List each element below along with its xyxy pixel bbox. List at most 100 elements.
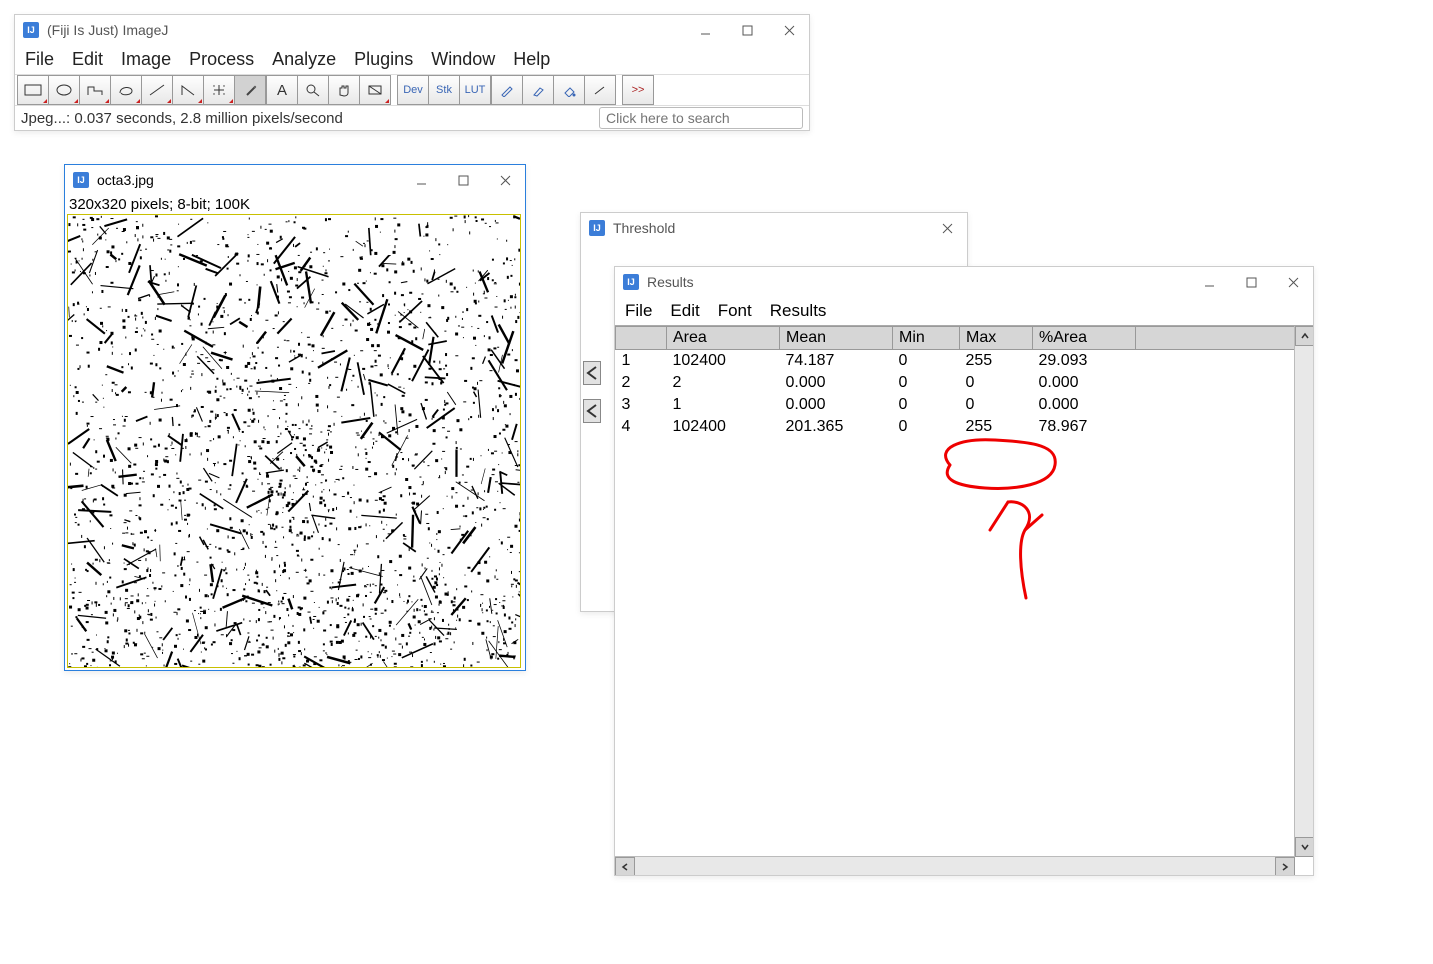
- cell-pctarea: 78.967: [1033, 416, 1136, 438]
- scroll-down-arrow[interactable]: [1295, 837, 1313, 857]
- pencil-tool[interactable]: [491, 75, 522, 105]
- close-button[interactable]: [777, 18, 801, 42]
- vertical-scrollbar[interactable]: [1294, 326, 1313, 857]
- close-button[interactable]: [493, 168, 517, 192]
- app-icon: IJ: [73, 172, 89, 188]
- cell-pctarea: 0.000: [1033, 372, 1136, 394]
- col-mean[interactable]: Mean: [780, 327, 893, 350]
- image-window: IJ octa3.jpg 320x320 pixels; 8-bit; 100K…: [64, 164, 526, 671]
- image-titlebar[interactable]: IJ octa3.jpg: [65, 165, 525, 195]
- cell-n: 4: [616, 416, 667, 438]
- horizontal-scrollbar[interactable]: [615, 856, 1295, 875]
- flood-fill-tool[interactable]: [553, 75, 584, 105]
- slider-left-arrow[interactable]: [583, 399, 601, 423]
- main-title: (Fiji Is Just) ImageJ: [47, 22, 685, 38]
- results-table-wrap: Area Mean Min Max %Area 110240074.187025…: [615, 325, 1313, 875]
- col-min[interactable]: Min: [893, 327, 960, 350]
- menu-edit[interactable]: Edit: [670, 301, 699, 321]
- main-statusbar: Jpeg...: 0.037 seconds, 2.8 million pixe…: [15, 105, 809, 130]
- stk-tool[interactable]: Stk: [428, 75, 459, 105]
- table-header-row: Area Mean Min Max %Area: [616, 327, 1313, 350]
- cell-min: 0: [893, 350, 960, 373]
- col-max[interactable]: Max: [960, 327, 1033, 350]
- table-row[interactable]: 310.000000.000: [616, 394, 1313, 416]
- cell-mean: 74.187: [780, 350, 893, 373]
- app-icon: IJ: [589, 220, 605, 236]
- scroll-right-arrow[interactable]: [1275, 857, 1295, 875]
- results-window: IJ Results File Edit Font Results Area M…: [614, 266, 1314, 876]
- dev-tool[interactable]: Dev: [397, 75, 428, 105]
- cell-min: 0: [893, 372, 960, 394]
- cell-spacer: [1136, 372, 1313, 394]
- scroll-up-arrow[interactable]: [1295, 326, 1313, 346]
- results-table: Area Mean Min Max %Area 110240074.187025…: [615, 326, 1313, 438]
- menu-edit[interactable]: Edit: [72, 49, 103, 70]
- slider-left-arrow[interactable]: [583, 361, 601, 385]
- more-tools-button[interactable]: >>: [622, 75, 654, 105]
- cell-max: 0: [960, 394, 1033, 416]
- angle-tool[interactable]: [172, 75, 203, 105]
- point-tool[interactable]: [203, 75, 234, 105]
- minimize-button[interactable]: [693, 18, 717, 42]
- image-info-line: 320x320 pixels; 8-bit; 100K: [65, 195, 525, 214]
- maximize-button[interactable]: [451, 168, 475, 192]
- freehand-tool[interactable]: [110, 75, 141, 105]
- cell-pctarea: 29.093: [1033, 350, 1136, 373]
- menu-help[interactable]: Help: [513, 49, 550, 70]
- table-row[interactable]: 220.000000.000: [616, 372, 1313, 394]
- scroll-left-arrow[interactable]: [615, 857, 635, 875]
- polygon-tool[interactable]: [79, 75, 110, 105]
- cell-area: 102400: [667, 416, 780, 438]
- brush-tool[interactable]: [522, 75, 553, 105]
- wand-tool[interactable]: [234, 75, 266, 105]
- col-area[interactable]: Area: [667, 327, 780, 350]
- cell-max: 255: [960, 416, 1033, 438]
- menu-image[interactable]: Image: [121, 49, 171, 70]
- arrow-tool[interactable]: [584, 75, 616, 105]
- maximize-button[interactable]: [1239, 270, 1263, 294]
- table-row[interactable]: 110240074.187025529.093: [616, 350, 1313, 373]
- menu-window[interactable]: Window: [431, 49, 495, 70]
- image-canvas[interactable]: (function(){ var g=document.getElementBy…: [67, 214, 521, 668]
- menu-file[interactable]: File: [25, 49, 54, 70]
- oval-tool[interactable]: [48, 75, 79, 105]
- menu-analyze[interactable]: Analyze: [272, 49, 336, 70]
- cell-spacer: [1136, 350, 1313, 373]
- menu-file[interactable]: File: [625, 301, 652, 321]
- cell-n: 3: [616, 394, 667, 416]
- cell-max: 255: [960, 350, 1033, 373]
- threshold-titlebar[interactable]: IJ Threshold: [581, 213, 967, 243]
- close-button[interactable]: [1281, 270, 1305, 294]
- image-title: octa3.jpg: [97, 172, 401, 188]
- hand-tool[interactable]: [328, 75, 359, 105]
- main-menubar: File Edit Image Process Analyze Plugins …: [15, 45, 809, 74]
- threshold-slider-arrows: [583, 361, 601, 423]
- menu-results[interactable]: Results: [770, 301, 827, 321]
- search-input[interactable]: [599, 107, 803, 129]
- lut-tool[interactable]: LUT: [459, 75, 491, 105]
- col-rownum[interactable]: [616, 327, 667, 350]
- menu-process[interactable]: Process: [189, 49, 254, 70]
- line-tool[interactable]: [141, 75, 172, 105]
- menu-plugins[interactable]: Plugins: [354, 49, 413, 70]
- minimize-button[interactable]: [409, 168, 433, 192]
- cell-area: 102400: [667, 350, 780, 373]
- cell-n: 2: [616, 372, 667, 394]
- results-titlebar[interactable]: IJ Results: [615, 267, 1313, 297]
- results-menubar: File Edit Font Results: [615, 297, 1313, 325]
- table-row[interactable]: 4102400201.365025578.967: [616, 416, 1313, 438]
- close-button[interactable]: [935, 216, 959, 240]
- col-pctarea[interactable]: %Area: [1033, 327, 1136, 350]
- results-title: Results: [647, 274, 1189, 290]
- main-toolbar: A Dev Stk LUT >>: [15, 74, 809, 105]
- cell-mean: 0.000: [780, 394, 893, 416]
- minimize-button[interactable]: [1197, 270, 1221, 294]
- text-tool[interactable]: A: [266, 75, 297, 105]
- color-picker-tool[interactable]: [359, 75, 391, 105]
- rectangle-tool[interactable]: [17, 75, 48, 105]
- app-icon: IJ: [23, 22, 39, 38]
- maximize-button[interactable]: [735, 18, 759, 42]
- zoom-tool[interactable]: [297, 75, 328, 105]
- menu-font[interactable]: Font: [718, 301, 752, 321]
- main-titlebar[interactable]: IJ (Fiji Is Just) ImageJ: [15, 15, 809, 45]
